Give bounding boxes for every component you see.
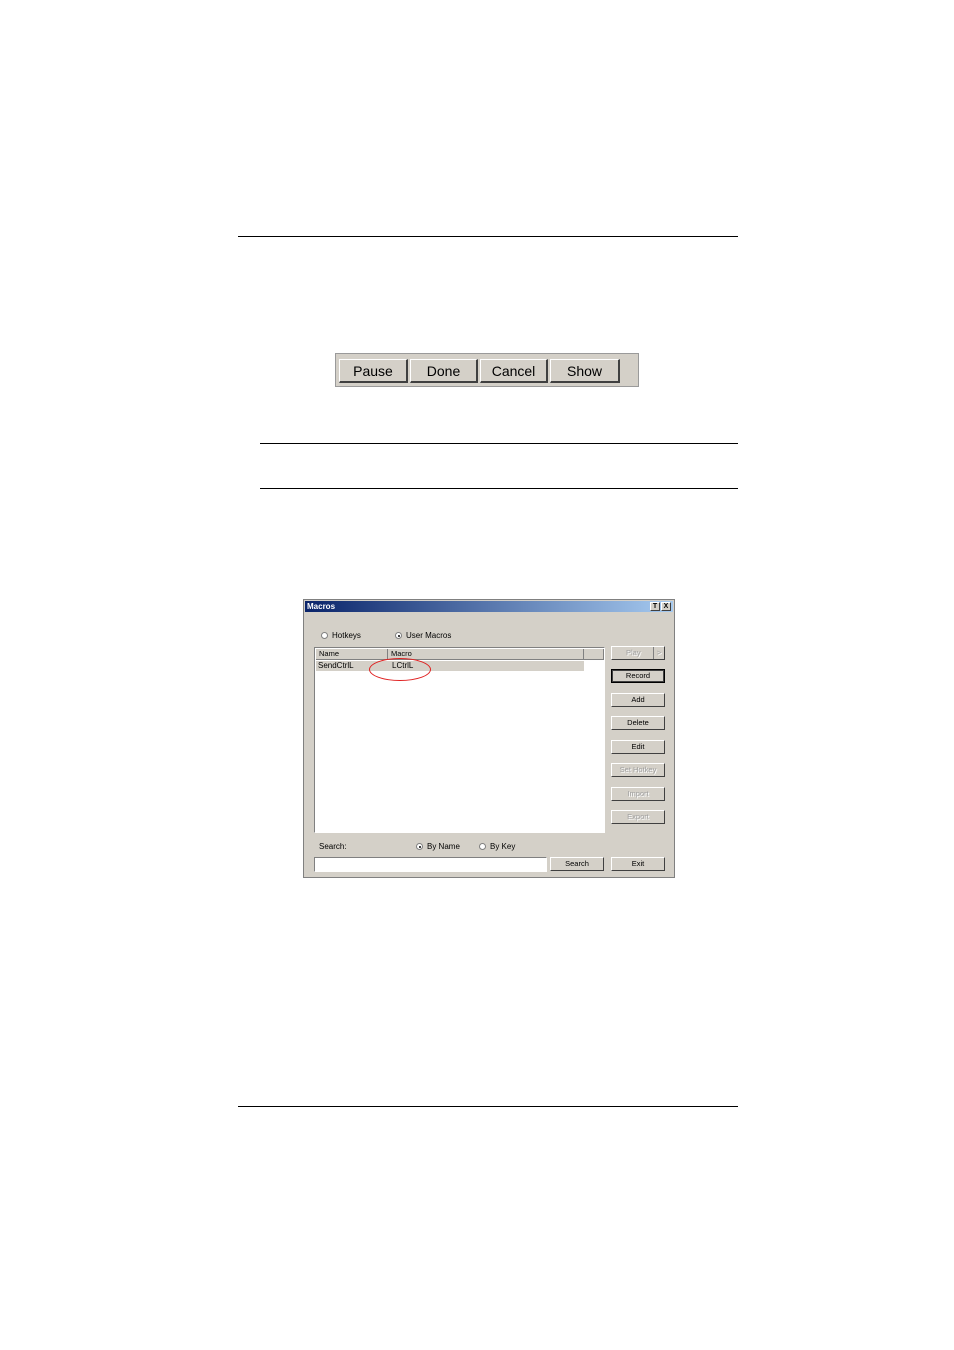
pin-icon[interactable]: T — [650, 602, 660, 611]
delete-button[interactable]: Delete — [611, 716, 665, 730]
set-hotkey-button[interactable]: Set Hotkey — [611, 763, 665, 777]
record-button[interactable]: Record — [611, 669, 665, 683]
play-button-label: Play — [626, 648, 641, 657]
import-button[interactable]: Import — [611, 787, 665, 801]
add-button[interactable]: Add — [611, 693, 665, 707]
header-rule — [238, 236, 738, 237]
show-button[interactable]: Show — [550, 359, 620, 383]
edit-button[interactable]: Edit — [611, 740, 665, 754]
dialog-title: Macros — [307, 602, 336, 611]
hotkeys-radio[interactable] — [321, 632, 328, 639]
column-header-name[interactable]: Name — [316, 649, 388, 660]
note-rule-bottom — [260, 488, 738, 489]
footer-rule — [238, 1106, 738, 1107]
play-options-icon[interactable]: > — [653, 647, 664, 659]
search-button[interactable]: Search — [550, 857, 604, 871]
pause-button[interactable]: Pause — [339, 359, 408, 383]
note-rule-top — [260, 443, 738, 444]
by-name-radio-label: By Name — [427, 842, 460, 851]
macro-list[interactable]: Name Macro SendCtrlL LCtrlL — [314, 647, 605, 833]
by-name-radio[interactable] — [416, 843, 423, 850]
column-header-macro[interactable]: Macro — [388, 649, 584, 660]
exit-button[interactable]: Exit — [611, 857, 665, 871]
user-macros-radio[interactable] — [395, 632, 402, 639]
export-button[interactable]: Export — [611, 810, 665, 824]
column-header-spacer — [584, 649, 604, 660]
by-key-radio[interactable] — [479, 843, 486, 850]
highlight-oval — [369, 658, 431, 681]
dialog-titlebar[interactable]: Macros T X — [305, 601, 673, 612]
close-icon[interactable]: X — [661, 602, 671, 611]
done-button[interactable]: Done — [410, 359, 478, 383]
by-key-radio-label: By Key — [490, 842, 516, 851]
play-button[interactable]: Play > — [611, 646, 665, 660]
cancel-button[interactable]: Cancel — [480, 359, 548, 383]
table-row[interactable]: SendCtrlL LCtrlL — [316, 661, 584, 671]
hotkeys-radio-label: Hotkeys — [332, 631, 361, 640]
row-name: SendCtrlL — [318, 661, 354, 670]
macros-dialog: Macros T X Hotkeys User Macros Name Macr… — [303, 599, 675, 878]
search-label: Search: — [319, 842, 347, 851]
search-input[interactable] — [314, 857, 547, 872]
macro-recording-toolbar: Pause Done Cancel Show — [335, 353, 639, 387]
user-macros-radio-label: User Macros — [406, 631, 452, 640]
